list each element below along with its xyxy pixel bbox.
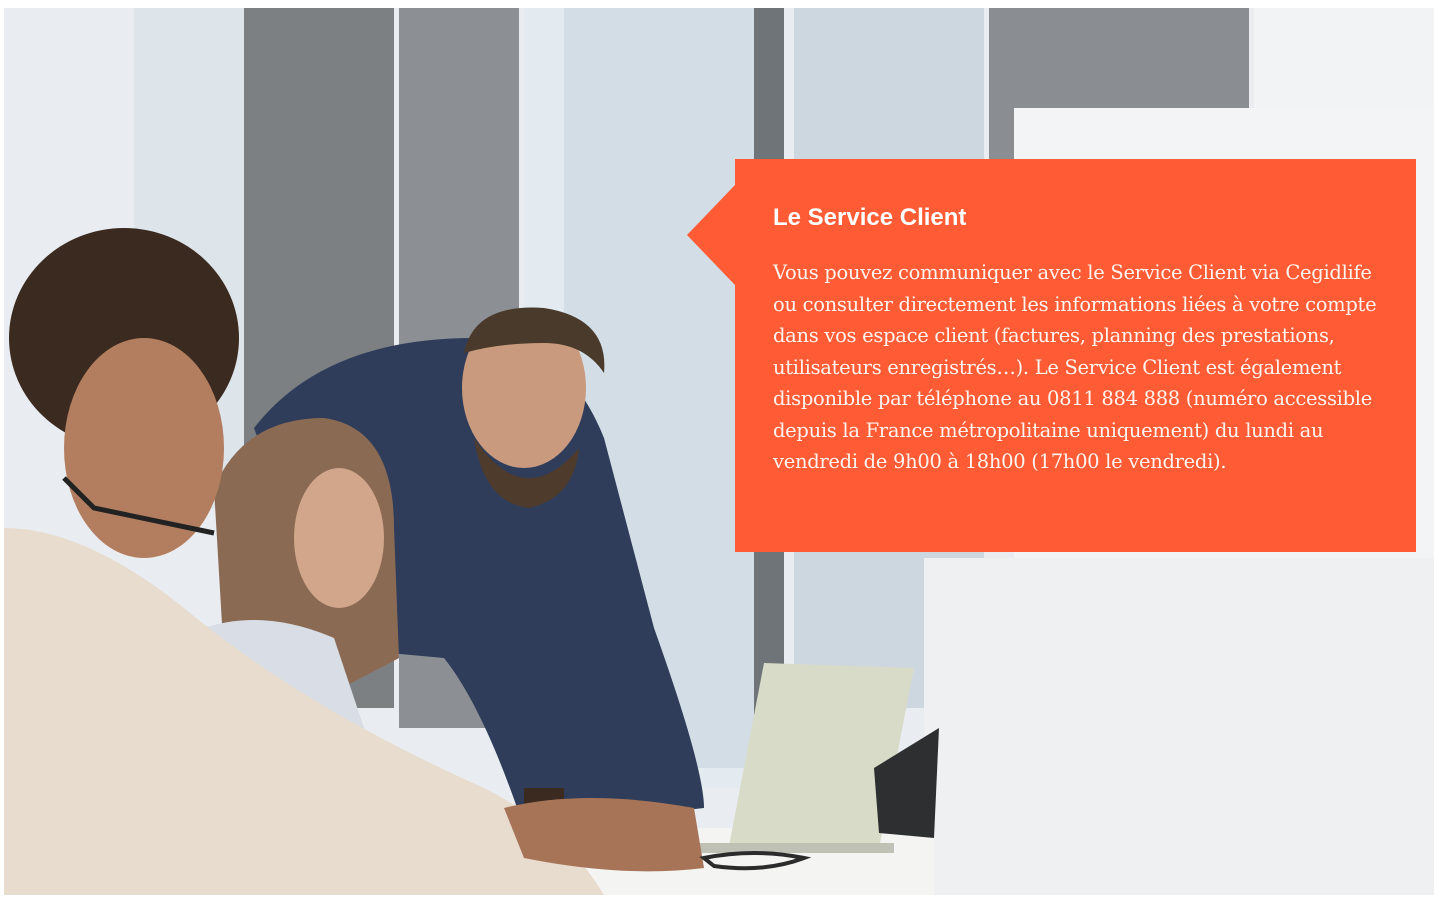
callout-body: Vous pouvez communiquer avec le Service …	[773, 261, 1377, 473]
callout-pointer	[687, 185, 735, 285]
service-client-callout: Le Service Client Vous pouvez communique…	[687, 159, 1416, 552]
callout-title: Le Service Client	[773, 204, 967, 231]
